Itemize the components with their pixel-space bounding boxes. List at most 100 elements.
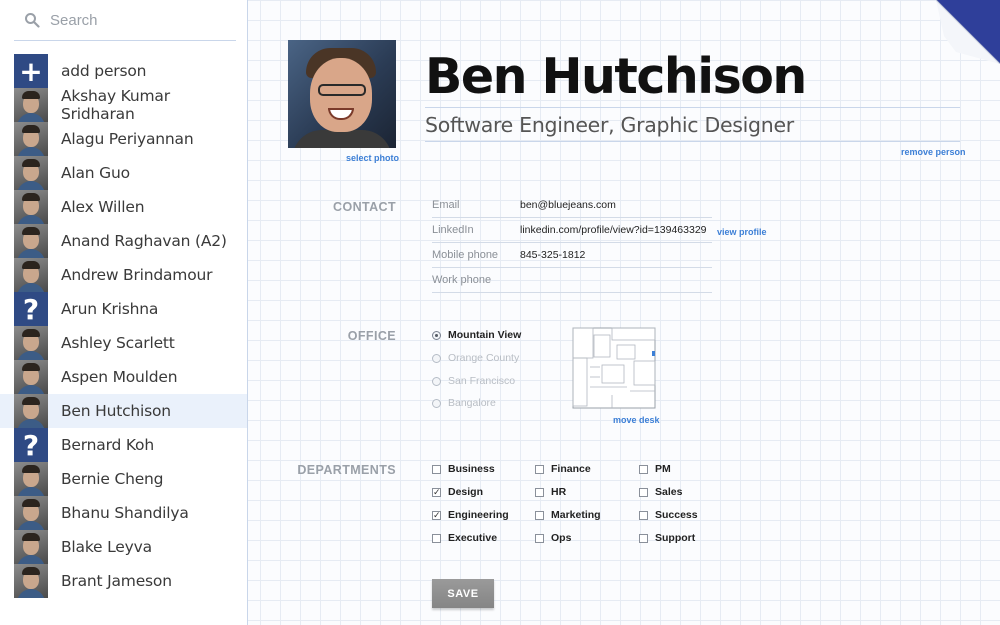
person-name: Blake Leyva — [61, 538, 152, 556]
search-bar[interactable] — [14, 0, 236, 41]
radio-icon — [432, 376, 441, 386]
avatar — [14, 88, 48, 122]
checkbox-marketing[interactable]: Marketing — [535, 509, 601, 521]
radio-icon — [432, 353, 441, 363]
person-name: Brant Jameson — [61, 572, 172, 590]
office-radio-mountain-view[interactable]: Mountain View — [432, 329, 521, 341]
avatar — [14, 122, 48, 156]
work-phone-field[interactable]: Work phone — [432, 268, 712, 293]
checkbox-sales[interactable]: Sales — [639, 486, 682, 498]
person-name: Arun Krishna — [61, 300, 159, 318]
checkbox-icon — [535, 533, 544, 543]
checkmark-icon: ✓ — [432, 509, 441, 520]
person-name: Ben Hutchison — [61, 402, 171, 420]
view-profile-link[interactable]: view profile — [717, 227, 767, 237]
office-radio-san-francisco[interactable]: San Francisco — [432, 375, 515, 387]
field-label: Email — [432, 199, 460, 211]
checkbox-label: Design — [448, 486, 484, 498]
unknown-avatar-icon: ? — [14, 428, 48, 462]
checkbox-support[interactable]: Support — [639, 532, 695, 544]
checkbox-hr[interactable]: HR — [535, 486, 566, 498]
checkbox-label: Ops — [551, 532, 572, 544]
mobile-phone-field[interactable]: Mobile phone 845-325-1812 — [432, 243, 712, 268]
checkbox-label: Marketing — [551, 509, 601, 521]
person-name: Alan Guo — [61, 164, 130, 182]
checkbox-label: PM — [655, 463, 671, 475]
checkbox-ops[interactable]: Ops — [535, 532, 571, 544]
checkbox-icon — [432, 464, 441, 474]
list-item[interactable]: Brant Jameson — [0, 564, 247, 598]
plus-icon: + — [14, 54, 48, 88]
floor-plan-map[interactable] — [572, 327, 656, 409]
select-photo-link[interactable]: select photo — [346, 153, 399, 163]
radio-label: Mountain View — [448, 329, 522, 341]
radio-label: Bangalore — [448, 397, 496, 409]
contact-section-label: CONTACT — [333, 200, 396, 214]
field-label: Work phone — [432, 274, 492, 286]
office-section-label: OFFICE — [347, 329, 396, 343]
job-title-field[interactable]: Software Engineer, Graphic Designer — [425, 113, 960, 142]
office-radio-bangalore[interactable]: Bangalore — [432, 397, 496, 409]
avatar — [14, 530, 48, 564]
checkmark-icon: ✓ — [432, 486, 441, 497]
linkedin-field[interactable]: LinkedIn linkedin.com/profile/view?id=13… — [432, 218, 712, 243]
list-item[interactable]: Akshay Kumar Sridharan — [0, 87, 247, 123]
add-person-button[interactable]: + add person — [0, 54, 247, 88]
list-item[interactable]: Aspen Moulden — [0, 360, 247, 394]
list-item[interactable]: Anand Raghavan (A2) — [0, 224, 247, 258]
list-item[interactable]: Bhanu Shandilya — [0, 496, 247, 530]
person-name-heading[interactable]: Ben Hutchison — [425, 48, 960, 108]
list-item-selected[interactable]: Ben Hutchison — [0, 394, 247, 428]
email-field[interactable]: Email ben@bluejeans.com — [432, 193, 712, 218]
checkbox-icon — [639, 533, 648, 543]
list-item[interactable]: Bernie Cheng — [0, 462, 247, 496]
list-item[interactable]: Alan Guo — [0, 156, 247, 190]
field-value: linkedin.com/profile/view?id=139463329 — [520, 224, 707, 236]
avatar — [14, 258, 48, 292]
avatar — [14, 190, 48, 224]
field-label: LinkedIn — [432, 224, 474, 236]
field-label: Mobile phone — [432, 249, 499, 261]
move-desk-link[interactable]: move desk — [613, 415, 660, 425]
avatar — [14, 496, 48, 530]
checkbox-design[interactable]: ✓ Design — [432, 486, 483, 498]
list-item[interactable]: Alagu Periyannan — [0, 122, 247, 156]
office-radio-orange-county[interactable]: Orange County — [432, 352, 519, 364]
checkbox-label: Engineering — [448, 509, 509, 521]
list-item[interactable]: Andrew Brindamour — [0, 258, 247, 292]
departments-section-label: DEPARTMENTS — [297, 463, 396, 477]
list-item[interactable]: ? Bernard Koh — [0, 428, 247, 462]
checkbox-icon — [535, 487, 544, 497]
checkbox-icon — [535, 464, 544, 474]
checkbox-icon — [432, 533, 441, 543]
radio-icon — [432, 398, 441, 408]
person-name: Aspen Moulden — [61, 368, 178, 386]
checkbox-success[interactable]: Success — [639, 509, 698, 521]
list-item[interactable]: Alex Willen — [0, 190, 247, 224]
radio-selected-icon — [432, 330, 441, 340]
search-input[interactable] — [50, 11, 210, 29]
list-item[interactable]: ? Arun Krishna — [0, 292, 247, 326]
list-item[interactable]: Ashley Scarlett — [0, 326, 247, 360]
checkbox-business[interactable]: Business — [432, 463, 495, 475]
checkbox-finance[interactable]: Finance — [535, 463, 591, 475]
field-value: ben@bluejeans.com — [520, 199, 616, 211]
avatar — [14, 326, 48, 360]
person-name: Akshay Kumar Sridharan — [61, 87, 170, 123]
checkbox-icon — [639, 464, 648, 474]
checkbox-pm[interactable]: PM — [639, 463, 671, 475]
checkbox-executive[interactable]: Executive — [432, 532, 497, 544]
list-item[interactable]: Blake Leyva — [0, 530, 247, 564]
save-button[interactable]: SAVE — [432, 579, 494, 608]
profile-photo[interactable] — [288, 40, 396, 148]
checkbox-label: Success — [655, 509, 698, 521]
checkbox-engineering[interactable]: ✓ Engineering — [432, 509, 509, 521]
remove-person-link[interactable]: remove person — [901, 147, 966, 157]
avatar — [14, 156, 48, 190]
checkbox-icon — [535, 510, 544, 520]
person-name: Alagu Periyannan — [61, 130, 194, 148]
checkbox-icon — [639, 510, 648, 520]
person-name: Bernard Koh — [61, 436, 154, 454]
person-name: Bhanu Shandilya — [61, 504, 189, 522]
radio-label: San Francisco — [448, 375, 516, 387]
